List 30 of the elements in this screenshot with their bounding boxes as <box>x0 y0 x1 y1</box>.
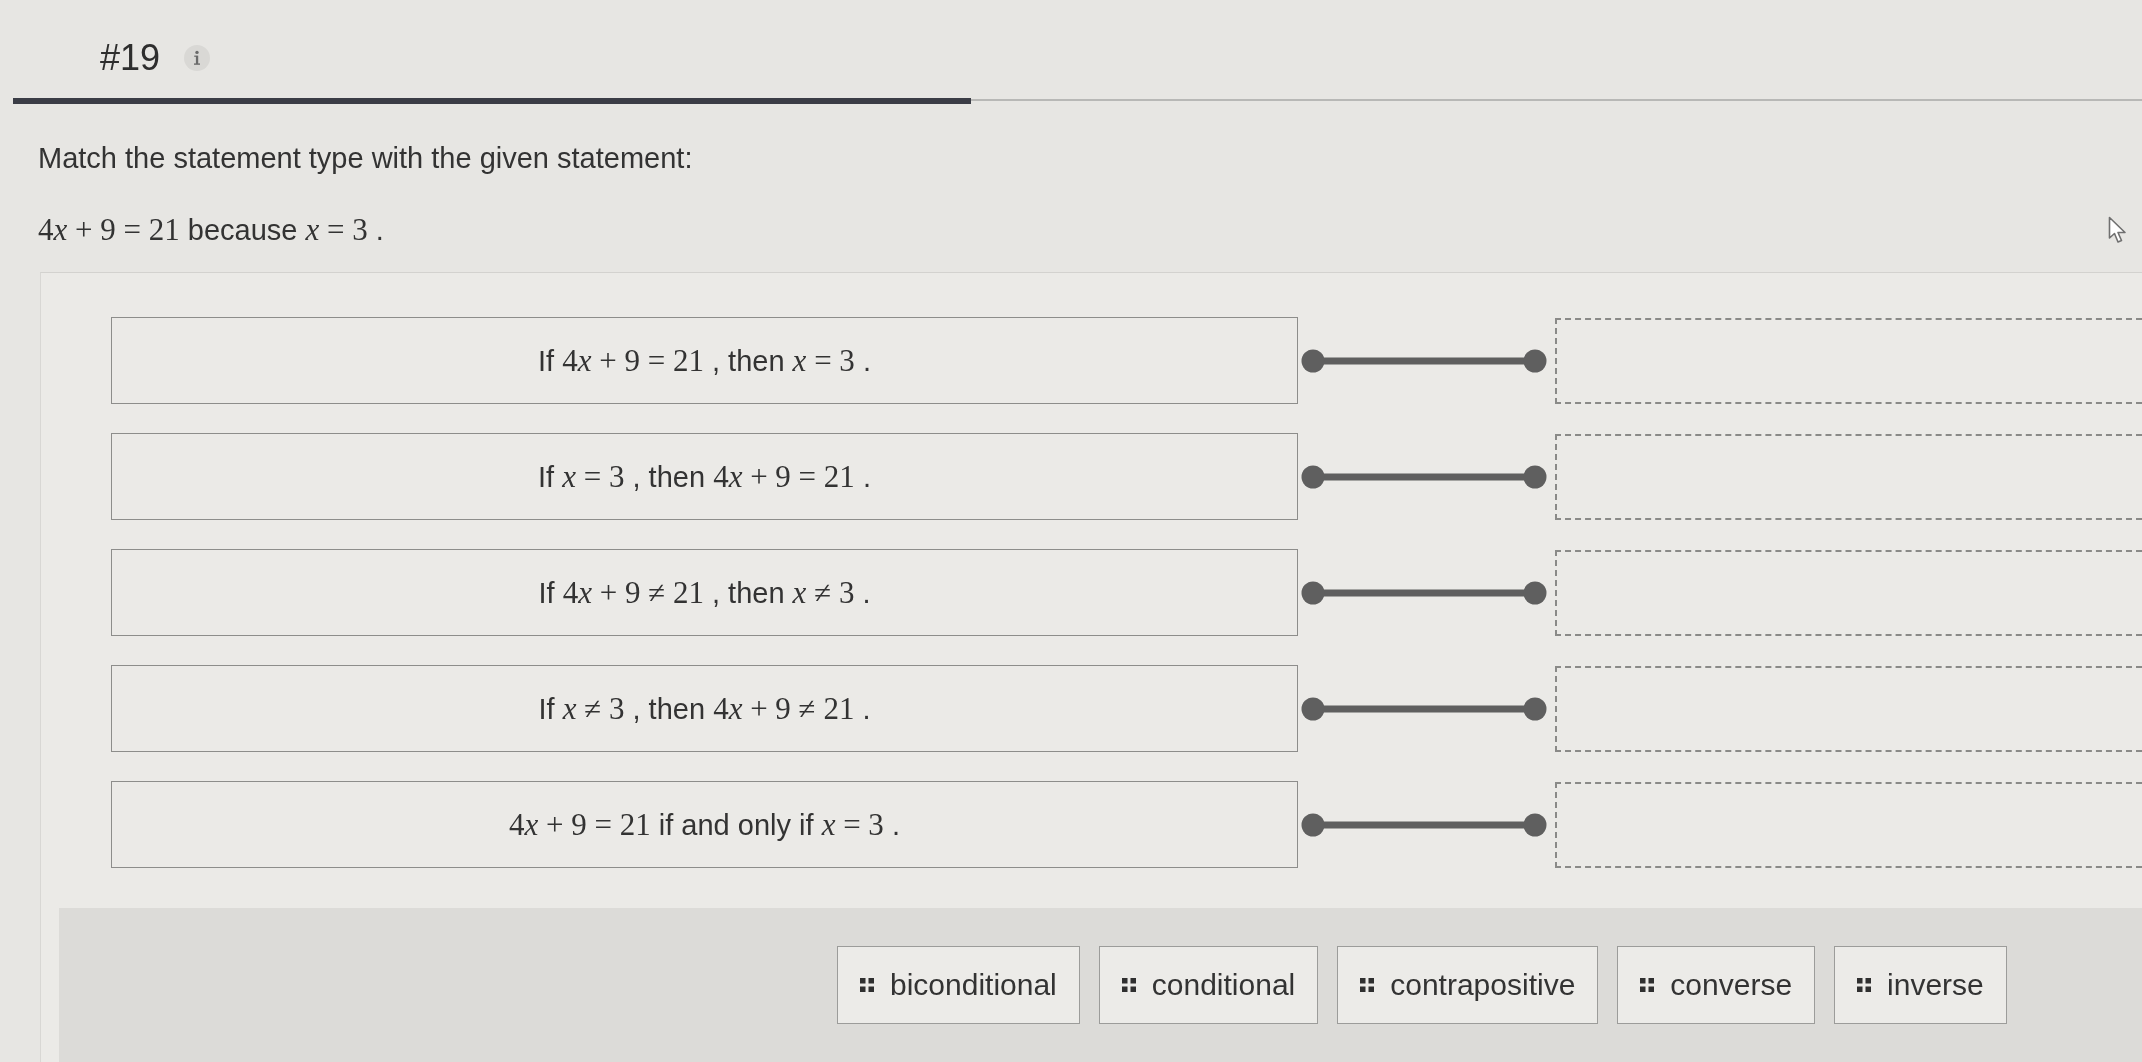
mouse-pointer-icon <box>2108 216 2128 244</box>
answer-drop-zone[interactable] <box>1555 665 2142 752</box>
statement-text: If 4x + 9 = 21 , then x = 3 . <box>538 342 871 379</box>
drag-handle-icon <box>1121 978 1136 992</box>
statement-text: If 4x + 9 ≠ 21 , then x ≠ 3 . <box>538 574 871 611</box>
drag-handle-icon <box>1857 978 1872 992</box>
connector-line[interactable] <box>1301 580 1547 605</box>
answer-option-button[interactable]: converse <box>1617 946 1816 1024</box>
connector-line[interactable] <box>1301 464 1547 489</box>
question-number: #19 <box>100 36 161 80</box>
given-statement: 4x + 9 = 21 because x = 3 . <box>38 212 384 248</box>
question-prompt: Match the statement type with the given statement: <box>38 141 694 176</box>
answer-option-button[interactable]: inverse <box>1834 946 2007 1024</box>
answer-drop-zone[interactable] <box>1555 781 2142 868</box>
connector-line[interactable] <box>1301 696 1547 721</box>
statement-text: If x = 3 , then 4x + 9 = 21 . <box>538 458 871 495</box>
drag-handle-icon <box>860 978 874 992</box>
answer-option-button[interactable]: biconditional <box>837 946 1080 1024</box>
info-icon[interactable] <box>184 45 211 71</box>
statement-text: If x ≠ 3 , then 4x + 9 ≠ 21 . <box>538 690 871 727</box>
answer-option-button[interactable]: conditional <box>1098 946 1319 1024</box>
statement-text: 4x + 9 = 21 if and only if x = 3 . <box>509 806 900 843</box>
connector-line[interactable] <box>1301 812 1547 837</box>
drag-handle-icon <box>1360 978 1375 992</box>
answer-drop-zone[interactable] <box>1555 549 2142 636</box>
answer-option-button[interactable]: contrapositive <box>1337 946 1599 1024</box>
answer-drop-zone[interactable] <box>1555 433 2142 520</box>
drag-handle-icon <box>1640 978 1655 992</box>
answer-drop-zone[interactable] <box>1555 317 2142 404</box>
connector-line[interactable] <box>1301 348 1547 373</box>
